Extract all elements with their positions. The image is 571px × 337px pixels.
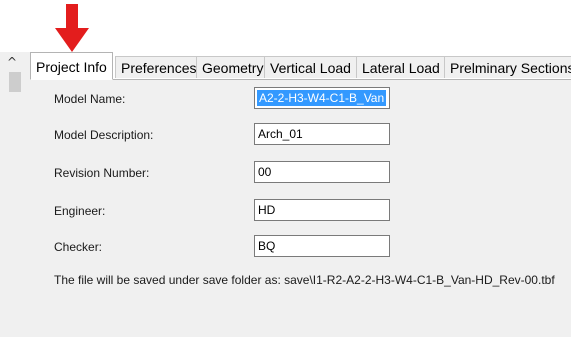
engineer-field[interactable] — [254, 199, 390, 221]
model-name-field[interactable]: A2-2-H3-W4-C1-B_Van — [254, 87, 390, 109]
save-path-note: The file will be saved under save folder… — [54, 273, 555, 287]
model-description-label: Model Description: — [54, 128, 154, 142]
red-down-arrow-icon — [55, 4, 89, 52]
tab-preferences[interactable]: Preferences — [115, 56, 203, 78]
model-name-label: Model Name: — [54, 92, 126, 106]
checker-label: Checker: — [54, 240, 103, 254]
tab-lateral-load[interactable]: Lateral Load — [356, 56, 446, 78]
chevron-up-icon[interactable]: ^ — [4, 54, 20, 70]
tab-geometry[interactable]: Geometry — [196, 56, 270, 78]
left-scroll-strip — [0, 52, 30, 337]
revision-number-label: Revision Number: — [54, 166, 150, 180]
checker-field[interactable] — [254, 235, 390, 257]
project-info-panel: Model Name: A2-2-H3-W4-C1-B_Van Model De… — [30, 79, 571, 337]
model-description-field[interactable] — [254, 123, 390, 145]
tab-preliminary-sections[interactable]: Prelminary Sections — [444, 56, 571, 78]
tab-bar: Project Info Preferences Geometry Vertic… — [30, 52, 571, 80]
tab-vertical-load[interactable]: Vertical Load — [264, 56, 357, 78]
model-name-value: A2-2-H3-W4-C1-B_Van — [257, 90, 387, 106]
tab-project-info[interactable]: Project Info — [30, 52, 113, 80]
revision-number-field[interactable] — [254, 161, 390, 183]
scrollbar-thumb[interactable] — [9, 72, 21, 92]
engineer-label: Engineer: — [54, 204, 106, 218]
